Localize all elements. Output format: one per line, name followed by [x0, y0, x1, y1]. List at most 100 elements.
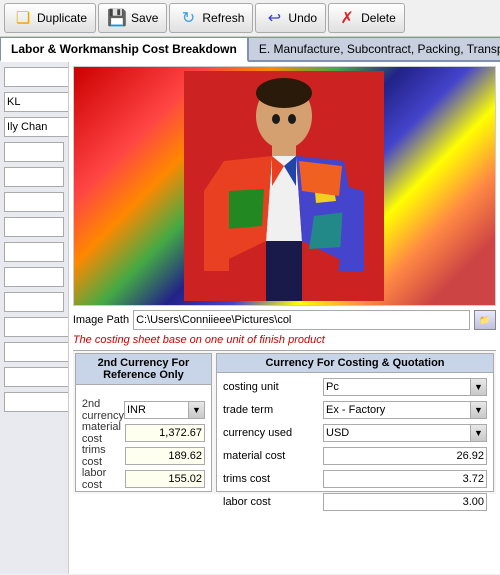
trims-cost-input[interactable]	[125, 447, 205, 465]
field-ilychan: ▼	[4, 117, 64, 137]
input-empty-1[interactable]	[4, 67, 69, 87]
empty-field-4[interactable]	[4, 192, 64, 212]
input-dd-4[interactable]	[4, 392, 69, 412]
refresh-icon: ↻	[178, 8, 198, 28]
costing-labor-combo	[323, 493, 487, 511]
save-label: Save	[131, 11, 158, 25]
input-dd-3[interactable]	[4, 367, 69, 387]
material-cost-input[interactable]	[125, 424, 205, 442]
costing-trims-combo	[323, 470, 487, 488]
product-image	[73, 66, 496, 306]
costing-unit-row: costing unit ▼	[223, 377, 487, 397]
currency-dropdown-arrow[interactable]: ▼	[189, 401, 205, 419]
costing-material-input[interactable]	[323, 447, 487, 465]
left-row-empty-3	[4, 166, 64, 188]
duplicate-icon: ❏	[13, 8, 33, 28]
left-row-empty-8	[4, 291, 64, 313]
currency-used-label: currency used	[223, 427, 323, 439]
tab-manufacture[interactable]: E. Manufacture, Subcontract, Packing, Tr…	[248, 37, 500, 60]
labor-cost-value	[125, 470, 205, 488]
labor-cost-label: labor cost	[82, 467, 125, 491]
empty-field-6[interactable]	[4, 242, 64, 262]
tab-bar: Labor & Workmanship Cost Breakdown E. Ma…	[0, 37, 500, 62]
costing-unit-combo: ▼	[323, 378, 487, 396]
costing-note: The costing sheet base on one unit of fi…	[73, 334, 496, 346]
currency-used-arrow[interactable]: ▼	[471, 424, 487, 442]
empty-field-2[interactable]	[4, 142, 64, 162]
image-path-input[interactable]	[133, 310, 470, 330]
empty-field-8[interactable]	[4, 292, 64, 312]
trade-term-arrow[interactable]: ▼	[471, 401, 487, 419]
trade-term-label: trade term	[223, 404, 323, 416]
trade-term-combo: ▼	[323, 401, 487, 419]
currency-used-combo: ▼	[323, 424, 487, 442]
left-row-empty-2	[4, 141, 64, 163]
costing-currency-header: Currency For Costing & Quotation	[217, 354, 493, 373]
currency-label: 2nd currency	[82, 398, 124, 422]
material-cost-row: material cost	[82, 423, 205, 443]
field-dd-2: ▼	[4, 342, 64, 362]
left-row-empty-6	[4, 241, 64, 263]
bottom-section: 2nd Currency For Reference Only 2nd curr…	[73, 350, 496, 494]
costing-material-label: material cost	[223, 450, 323, 462]
costing-labor-row: labor cost	[223, 492, 487, 512]
costing-labor-input[interactable]	[323, 493, 487, 511]
input-dd-1[interactable]	[4, 317, 69, 337]
empty-field-5[interactable]	[4, 217, 64, 237]
left-panel: ▼ ▼ ▼	[0, 62, 69, 574]
delete-button[interactable]: ✗ Delete	[328, 3, 405, 33]
field-dd-3: ▼	[4, 367, 64, 387]
browse-button[interactable]: 📁	[474, 310, 496, 330]
trims-cost-value	[125, 447, 205, 465]
labor-cost-input[interactable]	[125, 470, 205, 488]
field-empty-1: ▼	[4, 67, 64, 87]
costing-unit-input[interactable]	[323, 378, 471, 396]
duplicate-button[interactable]: ❏ Duplicate	[4, 3, 96, 33]
currency-row: 2nd currency ▼	[82, 400, 205, 420]
trims-cost-label: trims cost	[82, 444, 125, 468]
costing-currency-panel: Currency For Costing & Quotation costing…	[216, 353, 494, 492]
left-row-empty-5	[4, 216, 64, 238]
main-content: ▼ ▼ ▼	[0, 62, 500, 574]
undo-icon: ↩	[264, 8, 284, 28]
delete-icon: ✗	[337, 8, 357, 28]
image-path-label: Image Path	[73, 314, 129, 326]
second-currency-panel: 2nd Currency For Reference Only 2nd curr…	[75, 353, 212, 492]
currency-used-input[interactable]	[323, 424, 471, 442]
left-row-dd-2: ▼	[4, 341, 64, 363]
left-row-dd-4: ▼	[4, 391, 64, 413]
costing-trims-row: trims cost	[223, 469, 487, 489]
left-row-1: ▼	[4, 66, 64, 88]
tab-labor[interactable]: Labor & Workmanship Cost Breakdown	[0, 37, 248, 62]
costing-material-combo	[323, 447, 487, 465]
left-row-empty-7	[4, 266, 64, 288]
input-ilychan[interactable]	[4, 117, 69, 137]
empty-field-3[interactable]	[4, 167, 64, 187]
input-kl[interactable]	[4, 92, 69, 112]
material-cost-value	[125, 424, 205, 442]
refresh-button[interactable]: ↻ Refresh	[169, 3, 253, 33]
costing-unit-label: costing unit	[223, 381, 323, 393]
second-currency-body: 2nd currency ▼ material cost trims c	[76, 385, 211, 493]
second-currency-header: 2nd Currency For Reference Only	[76, 354, 211, 385]
trims-cost-row: trims cost	[82, 446, 205, 466]
undo-label: Undo	[288, 11, 317, 25]
right-panel: Image Path 📁 The costing sheet base on o…	[69, 62, 500, 574]
costing-material-row: material cost	[223, 446, 487, 466]
save-button[interactable]: 💾 Save	[98, 3, 167, 33]
labor-cost-row: labor cost	[82, 469, 205, 489]
input-dd-2[interactable]	[4, 342, 69, 362]
currency-dropdown: ▼	[124, 401, 205, 419]
undo-button[interactable]: ↩ Undo	[255, 3, 326, 33]
trade-term-input[interactable]	[323, 401, 471, 419]
left-row-dd-1: ▼	[4, 316, 64, 338]
field-dd-1: ▼	[4, 317, 64, 337]
empty-field-7[interactable]	[4, 267, 64, 287]
costing-trims-input[interactable]	[323, 470, 487, 488]
save-icon: 💾	[107, 8, 127, 28]
delete-label: Delete	[361, 11, 396, 25]
costing-unit-arrow[interactable]: ▼	[471, 378, 487, 396]
field-dd-4: ▼	[4, 392, 64, 412]
refresh-label: Refresh	[202, 11, 244, 25]
currency-input[interactable]	[124, 401, 189, 419]
